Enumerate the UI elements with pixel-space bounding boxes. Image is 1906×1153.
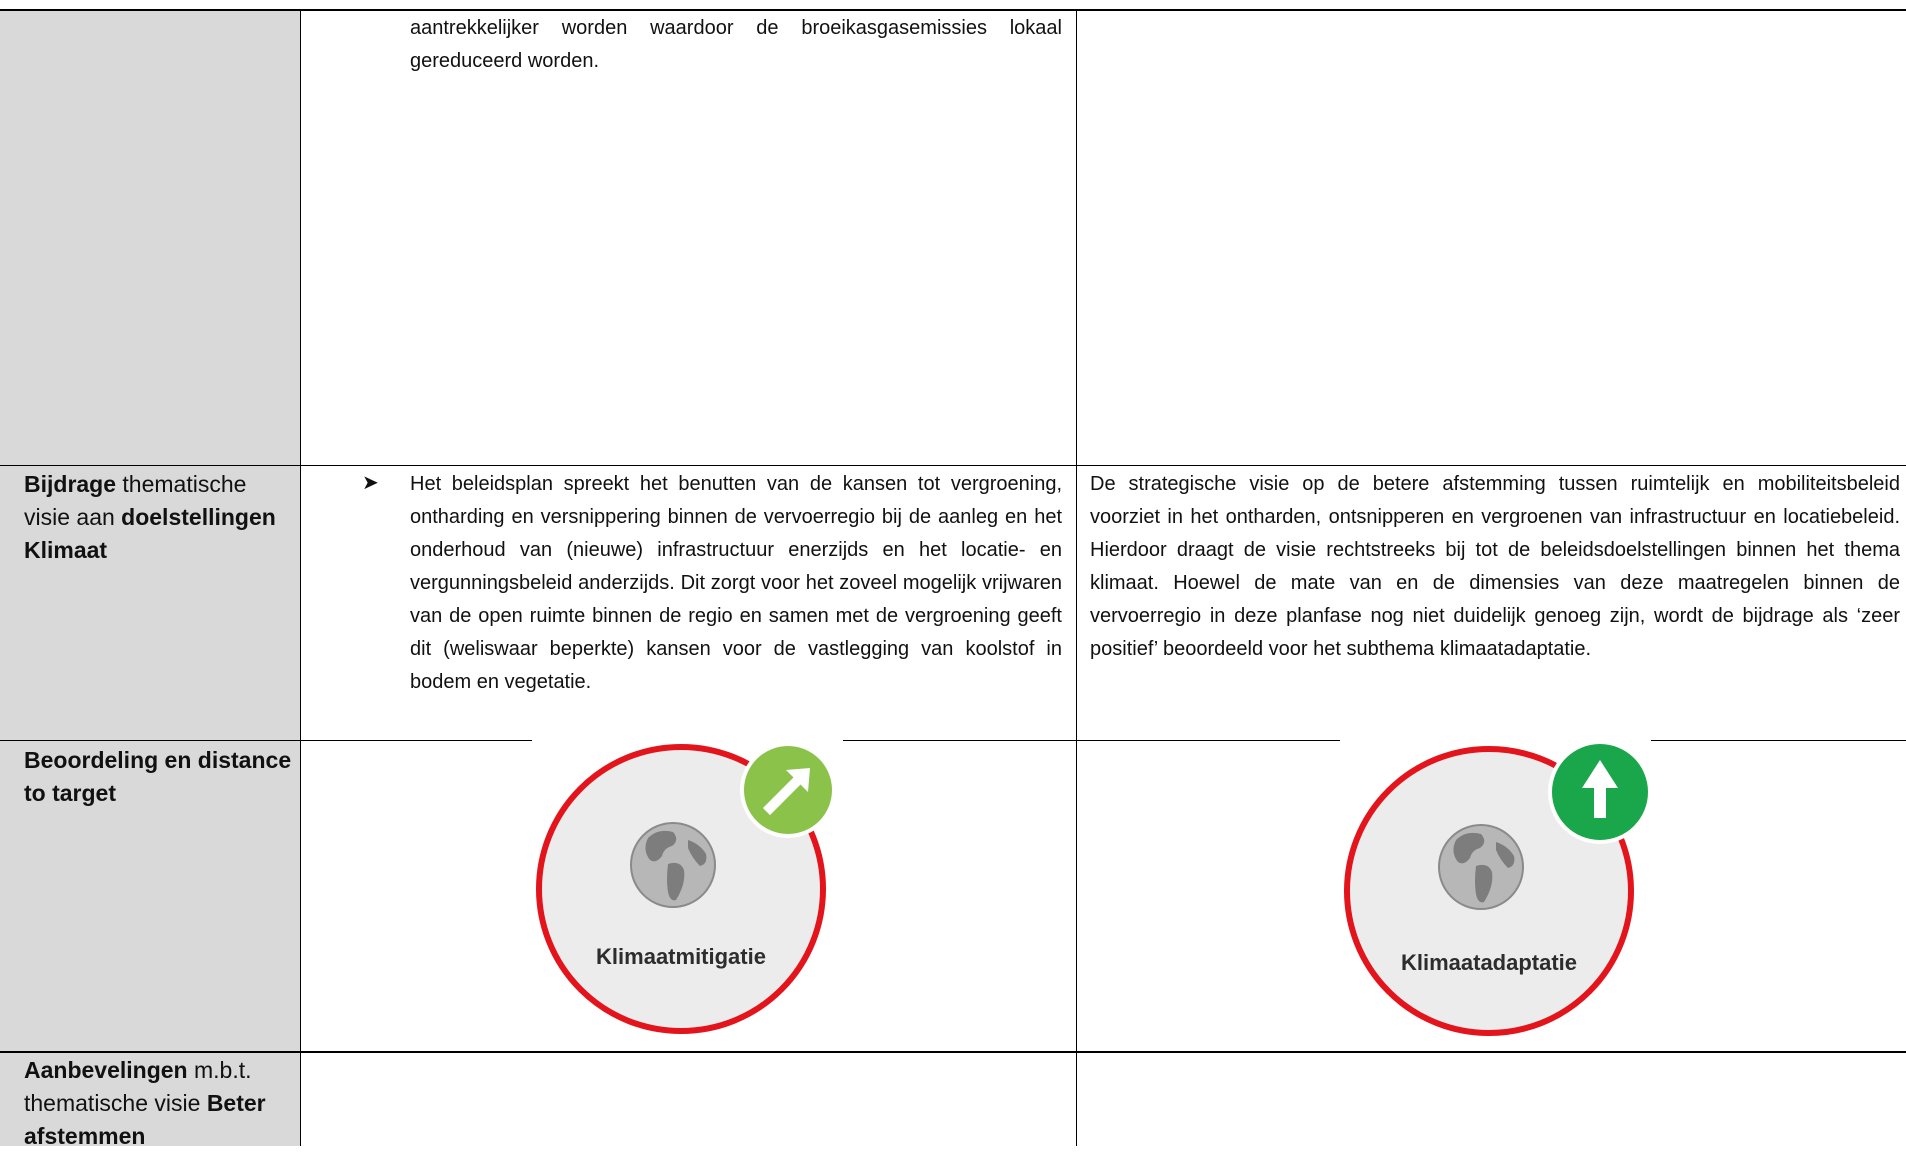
row-label-bijdrage: Bijdrage thematische visie aan doelstell… — [24, 468, 294, 567]
column-divider-2 — [1076, 10, 1077, 1146]
row-divider-1 — [0, 465, 1906, 466]
bijdrage-right-text: De strategische visie op de betere afste… — [1090, 473, 1900, 660]
table-border-top — [0, 9, 1906, 11]
globe-icon — [1436, 822, 1526, 917]
label-bold-aanbevelingen: Aanbevelingen — [24, 1057, 188, 1083]
badge-label-klimaatmitigatie: Klimaatmitigatie — [596, 944, 766, 969]
column-divider-1 — [300, 10, 301, 1146]
top-row-left-text: aantrekkelijker worden waardoor de broei… — [410, 17, 1062, 72]
row-divider-3 — [0, 1051, 1906, 1053]
arrow-up-right-icon — [740, 742, 836, 838]
row-label-beoordeling: Beoordeling en distance to target — [24, 747, 292, 806]
row-label-aanbevelingen: Aanbevelingen m.b.t. thematische visie B… — [24, 1054, 294, 1153]
label-column-background — [0, 10, 301, 1146]
bijdrage-left-text: Het beleidsplan spreekt het benutten van… — [410, 473, 1062, 693]
arrow-up-icon — [1548, 740, 1652, 844]
klimaatmitigatie-badge: Klimaatmitigatie — [532, 742, 843, 1038]
klimaatadaptatie-badge: Klimaatadaptatie — [1340, 740, 1652, 1038]
badge-label-klimaatadaptatie: Klimaatadaptatie — [1400, 950, 1578, 975]
globe-icon — [628, 820, 718, 915]
bullet-arrow-icon: ➤ — [362, 472, 379, 494]
label-bold-bijdrage: Bijdrage — [24, 471, 117, 497]
assessment-table: aantrekkelijker worden waardoor de broei… — [0, 0, 1906, 1149]
